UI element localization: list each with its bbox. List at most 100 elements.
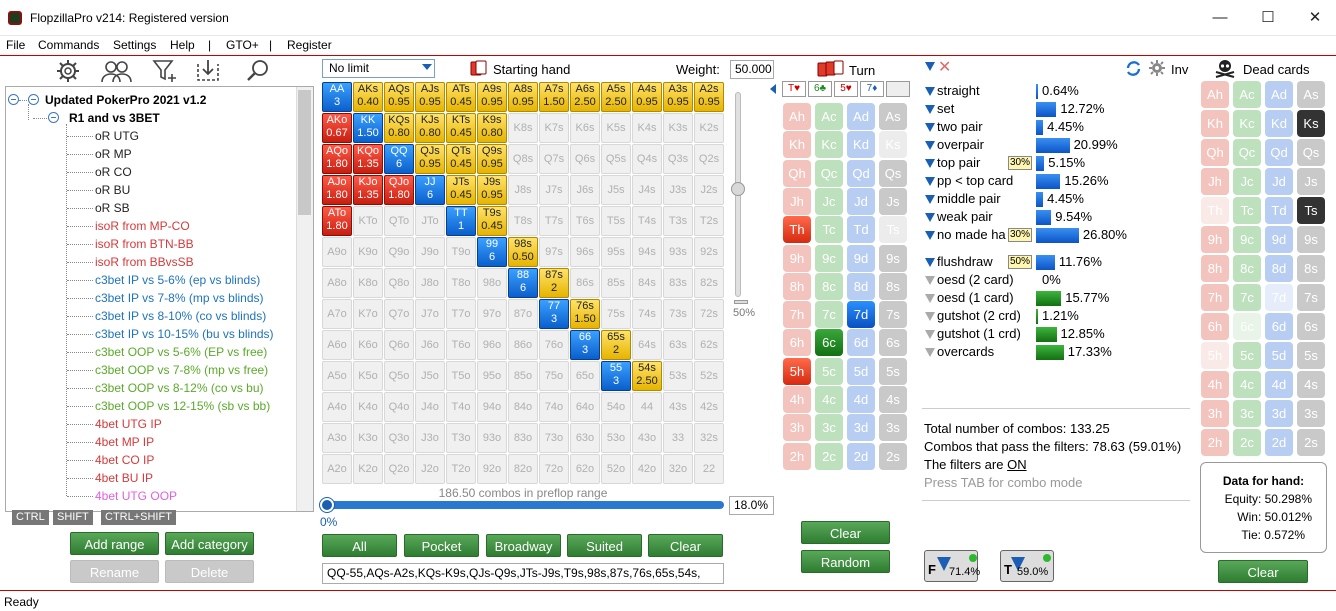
turn-card[interactable]: Th	[783, 216, 811, 244]
dead-card[interactable]: 5h	[1201, 342, 1229, 369]
turn-card[interactable]: Ks	[879, 131, 907, 159]
hand-cell[interactable]: JTo	[415, 206, 445, 236]
hand-cell[interactable]: K5s	[601, 113, 631, 143]
hand-cell[interactable]: 74s	[632, 299, 662, 329]
settings-gear-icon[interactable]	[1148, 59, 1166, 77]
hand-cell[interactable]: K8o	[353, 268, 383, 298]
hand-cell[interactable]: T7o	[446, 299, 476, 329]
hand-cell[interactable]: Q9s 0.95	[477, 144, 507, 174]
dead-card[interactable]: As	[1297, 81, 1325, 108]
turn-card[interactable]: 5c	[815, 357, 843, 385]
hand-cell[interactable]: KTo	[353, 206, 383, 236]
hand-cell[interactable]: 53s	[663, 361, 693, 391]
tree-item[interactable]: c3bet IP vs 10-15% (bu vs blinds)	[95, 327, 274, 341]
dead-card[interactable]: 8d	[1265, 255, 1293, 282]
hand-cell[interactable]: 83o	[508, 423, 538, 453]
hand-cell[interactable]: K2s	[694, 113, 724, 143]
hand-cell[interactable]: 94o	[477, 392, 507, 422]
hand-cell[interactable]: KJo 1.35	[353, 175, 383, 205]
hand-cell[interactable]: J6o	[415, 330, 445, 360]
filters-on-toggle[interactable]: ON	[1007, 457, 1027, 472]
percent-badge[interactable]: 50%	[1008, 255, 1033, 269]
hand-cell[interactable]: 77 3	[539, 299, 569, 329]
hand-cell[interactable]: Q2o	[384, 454, 414, 484]
hand-cell[interactable]: 86o	[508, 330, 538, 360]
broadway-button[interactable]: Broadway	[486, 534, 561, 557]
hand-cell[interactable]: A9s 0.95	[477, 82, 507, 112]
dead-card[interactable]: Ts	[1297, 197, 1325, 224]
hand-cell[interactable]: 43o	[632, 423, 662, 453]
hand-cell[interactable]: 63s	[663, 330, 693, 360]
hand-cell[interactable]: A9o	[322, 237, 352, 267]
hand-cell[interactable]: 64s	[632, 330, 662, 360]
tree-item[interactable]: oR UTG	[95, 129, 139, 143]
pocket-button[interactable]: Pocket	[404, 534, 479, 557]
hand-cell[interactable]: QJs 0.95	[415, 144, 445, 174]
turn-card[interactable]: 2s	[879, 442, 907, 470]
board-card-4[interactable]: 7♦	[860, 81, 884, 97]
menu-file[interactable]: File	[6, 38, 25, 52]
hand-cell[interactable]: T5o	[446, 361, 476, 391]
dead-card[interactable]: 8h	[1201, 255, 1229, 282]
dead-card[interactable]: 7s	[1297, 284, 1325, 311]
hand-cell[interactable]: J9o	[415, 237, 445, 267]
hand-cell[interactable]: J2s	[694, 175, 724, 205]
tree-item[interactable]: c3bet IP vs 7-8% (mp vs blinds)	[95, 291, 264, 305]
hand-cell[interactable]: T6s	[570, 206, 600, 236]
hand-cell[interactable]: AQo 1.80	[322, 144, 352, 174]
hand-cell[interactable]: J7s	[539, 175, 569, 205]
hand-cell[interactable]: QJo 1.80	[384, 175, 414, 205]
hand-cell[interactable]: 54s 2.50	[632, 361, 662, 391]
hand-cell[interactable]: KTs 0.45	[446, 113, 476, 143]
hand-cell[interactable]: 82s	[694, 268, 724, 298]
dead-card[interactable]: 6d	[1265, 313, 1293, 340]
tree-item[interactable]: 4bet MP IP	[95, 435, 154, 449]
hand-cell[interactable]: AKs 0.40	[353, 82, 383, 112]
turn-card[interactable]: Td	[847, 216, 875, 244]
dead-card[interactable]: Ks	[1297, 110, 1325, 137]
all-button[interactable]: All	[322, 534, 397, 557]
hand-cell[interactable]: 97o	[477, 299, 507, 329]
hand-cell[interactable]: 86s	[570, 268, 600, 298]
hand-cell[interactable]: JJ 6	[415, 175, 445, 205]
hand-cell[interactable]: AJo 1.80	[322, 175, 352, 205]
turn-card[interactable]: 6d	[847, 329, 875, 357]
hand-cell[interactable]: 98o	[477, 268, 507, 298]
dead-card[interactable]: Ac	[1233, 81, 1261, 108]
hand-cell[interactable]: J4o	[415, 392, 445, 422]
filter-icon[interactable]	[925, 105, 935, 114]
turn-card[interactable]: 9d	[847, 244, 875, 272]
hand-cell[interactable]: A4s 0.95	[632, 82, 662, 112]
hand-cell[interactable]: 94s	[632, 237, 662, 267]
hand-cell[interactable]: 32o	[663, 454, 693, 484]
hand-cell[interactable]: T7s	[539, 206, 569, 236]
tree-item[interactable]: c3bet OOP vs 5-6% (EP vs free)	[95, 345, 267, 359]
board-card-2[interactable]: 6♣	[808, 81, 832, 97]
hand-cell[interactable]: K7s	[539, 113, 569, 143]
hand-cell[interactable]: T4o	[446, 392, 476, 422]
hand-cell[interactable]: J2o	[415, 454, 445, 484]
turn-card[interactable]: Kc	[815, 131, 843, 159]
turn-card[interactable]: 9h	[783, 244, 811, 272]
tree-item[interactable]: c3bet OOP vs 7-8% (mp vs free)	[95, 363, 268, 377]
hand-cell[interactable]: 99 6	[477, 237, 507, 267]
percent-badge[interactable]: 30%	[1008, 228, 1033, 242]
refresh-icon[interactable]	[1125, 60, 1142, 77]
turn-card[interactable]: Kh	[783, 131, 811, 159]
menu-settings[interactable]: Settings	[113, 38, 156, 52]
dead-card[interactable]: 2d	[1265, 429, 1293, 456]
dead-card[interactable]: 6c	[1233, 313, 1261, 340]
filter-icon[interactable]	[925, 141, 935, 150]
hand-cell[interactable]: 72o	[539, 454, 569, 484]
hand-cell[interactable]: 72s	[694, 299, 724, 329]
hand-cell[interactable]: Q4o	[384, 392, 414, 422]
turn-card[interactable]: 5s	[879, 357, 907, 385]
dead-card[interactable]: 9d	[1265, 226, 1293, 253]
hand-cell[interactable]: 84o	[508, 392, 538, 422]
hand-cell[interactable]: T8o	[446, 268, 476, 298]
turn-card[interactable]: 3d	[847, 414, 875, 442]
hand-cell[interactable]: 53o	[601, 423, 631, 453]
hand-cell[interactable]: Q8o	[384, 268, 414, 298]
dead-card[interactable]: 7h	[1201, 284, 1229, 311]
turn-card[interactable]: 2d	[847, 442, 875, 470]
